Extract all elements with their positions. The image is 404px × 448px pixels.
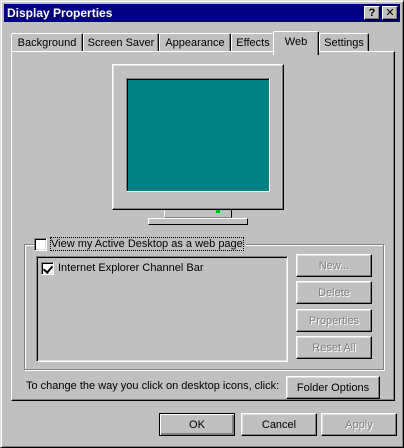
monitor-base (148, 218, 248, 225)
tab-background[interactable]: Background (11, 33, 83, 53)
power-led-icon (216, 210, 220, 213)
view-active-desktop-checkbox-row[interactable]: View my Active Desktop as a web page (34, 237, 246, 251)
close-icon: ✕ (385, 7, 395, 19)
tab-appearance[interactable]: Appearance (159, 33, 231, 53)
reset-all-button[interactable]: Reset All (296, 336, 372, 359)
close-button[interactable]: ✕ (382, 6, 398, 20)
active-desktop-items-list[interactable]: Internet Explorer Channel Bar (36, 256, 288, 362)
tab-effects[interactable]: Effects (231, 33, 275, 53)
properties-button[interactable]: Properties (296, 309, 372, 332)
ok-button[interactable]: OK (159, 413, 235, 436)
view-active-desktop-checkbox[interactable] (34, 237, 47, 251)
list-item[interactable]: Internet Explorer Channel Bar (41, 261, 204, 275)
list-item-label: Internet Explorer Channel Bar (58, 262, 204, 274)
help-icon: ? (368, 7, 376, 19)
folder-options-button[interactable]: Folder Options (286, 376, 380, 399)
channel-bar-checkbox[interactable] (41, 261, 54, 275)
display-properties-window: Display Properties ? ✕ Background Screen… (0, 0, 404, 448)
tab-screen-saver[interactable]: Screen Saver (83, 33, 159, 53)
apply-button[interactable]: Apply (321, 413, 397, 436)
monitor-stand (164, 210, 232, 218)
delete-button[interactable]: Delete (296, 281, 372, 304)
title-bar[interactable]: Display Properties ? ✕ (4, 4, 400, 22)
cancel-button[interactable]: Cancel (241, 413, 317, 436)
web-tab-panel: View my Active Desktop as a web page Int… (11, 51, 395, 401)
desktop-preview-screen (126, 78, 270, 192)
view-active-desktop-label[interactable]: View my Active Desktop as a web page (50, 237, 244, 251)
monitor-preview (112, 64, 284, 210)
help-button[interactable]: ? (364, 6, 380, 20)
tab-web[interactable]: Web (273, 31, 319, 55)
window-title: Display Properties (7, 6, 113, 20)
tab-settings[interactable]: Settings (319, 33, 369, 53)
click-instruction-text: To change the way you click on desktop i… (26, 380, 280, 392)
new-button[interactable]: New... (296, 254, 372, 277)
